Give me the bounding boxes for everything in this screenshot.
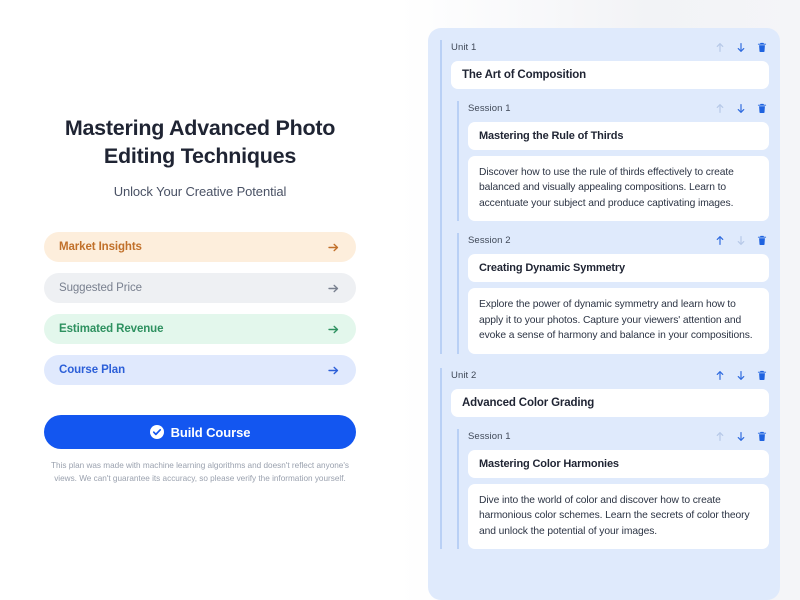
session-block: Session 1 Mastering Color Harmonies Dive i…	[457, 429, 769, 549]
page-subtitle: Unlock Your Creative Potential	[114, 184, 287, 199]
unit-block: Unit 1 The Art of Composition Session 1 Mas…	[440, 40, 769, 354]
arrow-right-icon[interactable]	[327, 364, 340, 377]
move-up-icon[interactable]	[715, 370, 725, 381]
session-header: Session 1	[468, 429, 769, 444]
row-actions	[715, 431, 767, 442]
row-actions	[715, 42, 767, 53]
trash-icon[interactable]	[757, 235, 767, 246]
session-label: Session 1	[468, 103, 511, 114]
unit-title-field[interactable]: Advanced Color Grading	[451, 389, 769, 417]
session-title-field[interactable]: Creating Dynamic Symmetry	[468, 254, 769, 282]
page-title: Mastering Advanced Photo Editing Techniq…	[44, 115, 356, 170]
info-pill-price[interactable]: Suggested Price	[44, 273, 356, 303]
unit-label: Unit 2	[451, 370, 476, 381]
session-title-field[interactable]: Mastering the Rule of Thirds	[468, 122, 769, 150]
unit-header: Unit 2	[451, 368, 769, 383]
info-pill-list: Market Insights Suggested Price Estimated …	[44, 232, 356, 385]
move-down-icon[interactable]	[736, 370, 746, 381]
session-block: Session 1 Mastering the Rule of Thirds Dis…	[457, 101, 769, 221]
info-pill-label: Suggested Price	[59, 282, 142, 294]
session-description-field[interactable]: Dive into the world of color and discove…	[468, 484, 769, 549]
info-pill-revenue[interactable]: Estimated Revenue	[44, 314, 356, 344]
move-up-icon[interactable]	[715, 42, 725, 53]
trash-icon[interactable]	[757, 103, 767, 114]
course-outline-panel: Unit 1 The Art of Composition Session 1 Mas…	[400, 0, 800, 600]
trash-icon[interactable]	[757, 42, 767, 53]
arrow-right-icon[interactable]	[327, 241, 340, 254]
move-up-icon[interactable]	[715, 235, 725, 246]
unit-title-field[interactable]: The Art of Composition	[451, 61, 769, 89]
session-block: Session 2 Creating Dynamic Symmetry Explor…	[457, 233, 769, 353]
info-pill-plan[interactable]: Course Plan	[44, 355, 356, 385]
app-root: Mastering Advanced Photo Editing Techniq…	[0, 0, 800, 600]
trash-icon[interactable]	[757, 370, 767, 381]
unit-block: Unit 2 Advanced Color Grading Session 1 Mas…	[440, 368, 769, 549]
unit-header: Unit 1	[451, 40, 769, 55]
info-pill-market[interactable]: Market Insights	[44, 232, 356, 262]
session-description-field[interactable]: Discover how to use the rule of thirds e…	[468, 156, 769, 221]
info-pill-label: Course Plan	[59, 364, 125, 376]
trash-icon[interactable]	[757, 431, 767, 442]
course-summary-panel: Mastering Advanced Photo Editing Techniq…	[0, 0, 400, 600]
unit-label: Unit 1	[451, 42, 476, 53]
check-circle-icon	[150, 425, 164, 439]
session-title-field[interactable]: Mastering Color Harmonies	[468, 450, 769, 478]
row-actions	[715, 370, 767, 381]
row-actions	[715, 103, 767, 114]
info-pill-label: Market Insights	[59, 241, 142, 253]
disclaimer-text: This plan was made with machine learning…	[44, 460, 356, 484]
session-description-field[interactable]: Explore the power of dynamic symmetry an…	[468, 288, 769, 353]
move-up-icon[interactable]	[715, 103, 725, 114]
build-course-label: Build Course	[171, 425, 251, 440]
session-header: Session 1	[468, 101, 769, 116]
move-down-icon[interactable]	[736, 235, 746, 246]
arrow-right-icon[interactable]	[327, 323, 340, 336]
move-down-icon[interactable]	[736, 103, 746, 114]
outline-card: Unit 1 The Art of Composition Session 1 Mas…	[428, 28, 780, 600]
row-actions	[715, 235, 767, 246]
arrow-right-icon[interactable]	[327, 282, 340, 295]
move-up-icon[interactable]	[715, 431, 725, 442]
build-course-button[interactable]: Build Course	[44, 415, 356, 449]
move-down-icon[interactable]	[736, 431, 746, 442]
info-pill-label: Estimated Revenue	[59, 323, 163, 335]
session-label: Session 2	[468, 235, 511, 246]
session-header: Session 2	[468, 233, 769, 248]
session-label: Session 1	[468, 431, 511, 442]
move-down-icon[interactable]	[736, 42, 746, 53]
